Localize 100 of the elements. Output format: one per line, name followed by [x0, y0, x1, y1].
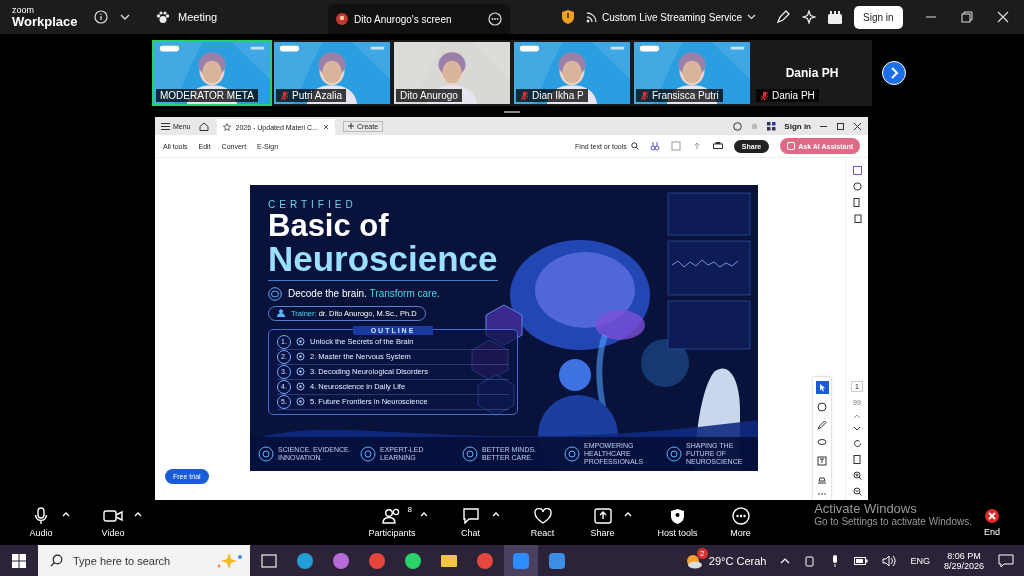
notification-badge: 2: [696, 547, 708, 559]
chevron-down-icon[interactable]: [853, 426, 861, 432]
text-box-icon[interactable]: [817, 456, 827, 466]
sign-in-link[interactable]: Sign in: [784, 121, 811, 131]
participant-tile[interactable]: Putri Azalia: [272, 40, 392, 106]
meeting-control-button[interactable]: Share: [585, 507, 620, 538]
meeting-control-button[interactable]: More: [723, 507, 758, 538]
sparkle-icon[interactable]: [802, 10, 817, 24]
slide-tagline: Decode the brain. Transform care.: [288, 288, 440, 300]
close-icon[interactable]: [853, 121, 862, 131]
participant-name: MODERATOR META: [160, 90, 254, 101]
participant-name: Dito Anurogo: [400, 90, 458, 101]
meeting-control-button[interactable]: 8 Participants: [368, 507, 416, 538]
live-streaming-button[interactable]: Custom Live Streaming Service: [586, 11, 757, 23]
app-icon: [368, 551, 386, 570]
weather-icon: [684, 552, 703, 569]
language-indicator[interactable]: ENG: [910, 555, 930, 566]
control-label: Chat: [461, 528, 480, 538]
panel-icon[interactable]: [852, 166, 862, 175]
sign-in-button[interactable]: Sign in: [854, 5, 903, 29]
start-icon[interactable]: [12, 553, 26, 568]
microphone-icon: [34, 507, 48, 525]
meeting-control-button[interactable]: Host tools: [657, 507, 698, 538]
meeting-control-button[interactable]: Audio: [24, 507, 58, 538]
participant-tile[interactable]: Dania PH Dania PH: [752, 40, 872, 106]
comment-icon[interactable]: [817, 402, 827, 412]
people-icon: [382, 508, 402, 524]
shared-screen-tab[interactable]: Dito Anurogo's screen: [328, 4, 510, 34]
app-icon: [404, 551, 422, 570]
feature-icon: [564, 446, 580, 462]
meeting-button[interactable]: Meeting: [156, 10, 316, 24]
next-page-button[interactable]: [882, 61, 906, 85]
participant-name: Dania PH: [772, 90, 815, 101]
print-icon[interactable]: [712, 141, 723, 151]
rotate-icon[interactable]: [852, 439, 862, 448]
volume-icon[interactable]: [882, 554, 897, 567]
caret-icon[interactable]: [623, 511, 632, 517]
apps-grid-icon[interactable]: [767, 121, 777, 131]
caret-icon[interactable]: [134, 511, 142, 517]
app-icon: [548, 551, 566, 570]
participant-tile[interactable]: Dito Anurogo: [392, 40, 512, 106]
control-label: Audio: [29, 528, 53, 538]
assistant-icon: [787, 142, 796, 150]
plus-icon: [348, 123, 354, 129]
participant-tile[interactable]: Dian Ikha P: [512, 40, 632, 106]
more-icon: [731, 507, 750, 525]
feature-icon: [258, 446, 274, 462]
restore-icon[interactable]: [836, 121, 845, 131]
taskbar-search-field[interactable]: Type here to search: [38, 545, 250, 576]
home-icon[interactable]: [198, 121, 209, 131]
slide-eyebrow: CERTIFIED: [268, 199, 358, 210]
stamp-icon[interactable]: [817, 474, 827, 484]
cursor-icon[interactable]: [815, 381, 829, 394]
control-label: Host tools: [657, 528, 698, 538]
info-icon[interactable]: [94, 10, 108, 24]
tools-icon[interactable]: [649, 141, 660, 151]
zoom-workplace-logo: zoom Workplace: [12, 6, 79, 28]
end-button[interactable]: End: [984, 508, 1000, 537]
share-screen-icon: [593, 508, 612, 524]
shield-icon: [670, 507, 685, 525]
notifications-icon[interactable]: [998, 553, 1014, 568]
meeting-control-button[interactable]: Chat: [453, 507, 488, 538]
page-icon[interactable]: [852, 198, 862, 207]
more-icon[interactable]: [488, 12, 502, 26]
feature-icon: [462, 446, 478, 462]
control-label: More: [730, 528, 751, 538]
help-icon[interactable]: [733, 121, 743, 131]
brain-icon: [268, 286, 282, 301]
restore-icon[interactable]: [960, 11, 973, 23]
shield-icon[interactable]: [562, 10, 574, 24]
comment-icon[interactable]: [852, 182, 862, 191]
control-label: React: [530, 528, 555, 538]
search-icon: [630, 142, 639, 150]
broadcast-icon: [586, 11, 597, 23]
menu-icon: [161, 122, 170, 130]
close-icon[interactable]: [323, 124, 329, 130]
zoom-in-icon[interactable]: [852, 471, 862, 480]
copy-icon[interactable]: [852, 214, 862, 223]
resize-handle[interactable]: [504, 111, 520, 113]
apps-icon[interactable]: [828, 10, 843, 24]
activation-notice-text: Go to Settings to activate Windows.: [814, 516, 972, 527]
feature-icon: [360, 446, 376, 462]
heart-icon: [533, 508, 552, 524]
meeting-control-button[interactable]: Video: [96, 507, 130, 538]
app-icon: [296, 551, 314, 570]
search-icon: [50, 554, 63, 567]
battery-icon[interactable]: [854, 555, 869, 566]
caret-icon[interactable]: [491, 511, 500, 517]
participant-tile[interactable]: MODERATOR META: [152, 40, 272, 106]
zoom-out-icon[interactable]: [852, 487, 862, 496]
app-icon: [476, 551, 494, 570]
participant-tile[interactable]: Fransisca Putri: [632, 40, 752, 106]
lasso-icon[interactable]: [817, 438, 827, 448]
slide-title: Neuroscience: [268, 241, 498, 281]
meeting-control-button[interactable]: React: [525, 507, 560, 538]
caret-icon[interactable]: [419, 511, 428, 517]
caret-icon[interactable]: [62, 511, 70, 517]
clock[interactable]: 8:06 PM 8/29/2026: [943, 550, 984, 571]
page-icon[interactable]: [852, 455, 862, 464]
star-icon[interactable]: [222, 123, 231, 131]
